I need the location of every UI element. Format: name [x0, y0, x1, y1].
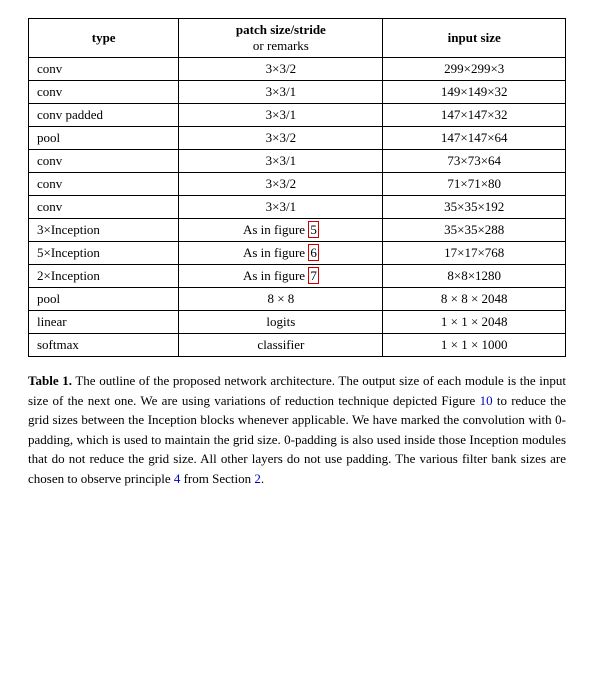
cell-input: 299×299×3 [383, 58, 566, 81]
table-caption: Table 1. The outline of the proposed net… [28, 371, 566, 488]
table-row: pool3×3/2147×147×64 [29, 127, 566, 150]
header-patch-main: patch size/stride [236, 22, 326, 37]
table-row: pool8 × 88 × 8 × 2048 [29, 288, 566, 311]
table-row: conv3×3/2299×299×3 [29, 58, 566, 81]
cell-input: 35×35×288 [383, 219, 566, 242]
cell-input: 1 × 1 × 1000 [383, 334, 566, 357]
cell-input: 147×147×64 [383, 127, 566, 150]
cell-patch: 3×3/1 [179, 81, 383, 104]
table-row: conv padded3×3/1147×147×32 [29, 104, 566, 127]
table-row: conv3×3/173×73×64 [29, 150, 566, 173]
header-patch-sub: or remarks [253, 38, 309, 53]
cell-patch: 3×3/2 [179, 127, 383, 150]
cell-patch: 3×3/1 [179, 104, 383, 127]
cell-type: conv [29, 81, 179, 104]
caption-title: Table 1. [28, 373, 72, 388]
cell-patch: logits [179, 311, 383, 334]
cell-patch: As in figure 5 [179, 219, 383, 242]
cell-patch: 3×3/2 [179, 58, 383, 81]
header-type: type [29, 19, 179, 58]
cell-patch: classifier [179, 334, 383, 357]
cell-input: 147×147×32 [383, 104, 566, 127]
cell-type: conv padded [29, 104, 179, 127]
header-input: input size [383, 19, 566, 58]
table-row: conv3×3/1149×149×32 [29, 81, 566, 104]
cell-input: 73×73×64 [383, 150, 566, 173]
header-patch: patch size/stride or remarks [179, 19, 383, 58]
highlighted-number: 5 [308, 221, 319, 238]
cell-type: conv [29, 196, 179, 219]
table-row: softmaxclassifier1 × 1 × 1000 [29, 334, 566, 357]
cell-type: 2×Inception [29, 265, 179, 288]
cell-patch: As in figure 7 [179, 265, 383, 288]
cell-input: 1 × 1 × 2048 [383, 311, 566, 334]
architecture-table-container: type patch size/stride or remarks input … [28, 18, 566, 357]
cell-type: 5×Inception [29, 242, 179, 265]
cell-input: 149×149×32 [383, 81, 566, 104]
cell-patch: 3×3/2 [179, 173, 383, 196]
cell-type: pool [29, 288, 179, 311]
caption-middle2: from Section [180, 471, 254, 486]
table-row: 5×InceptionAs in figure 617×17×768 [29, 242, 566, 265]
cell-patch: 3×3/1 [179, 196, 383, 219]
cell-type: conv [29, 150, 179, 173]
cell-input: 71×71×80 [383, 173, 566, 196]
cell-input: 17×17×768 [383, 242, 566, 265]
table-row: linearlogits1 × 1 × 2048 [29, 311, 566, 334]
cell-type: conv [29, 58, 179, 81]
cell-input: 35×35×192 [383, 196, 566, 219]
cell-patch: 3×3/1 [179, 150, 383, 173]
cell-type: 3×Inception [29, 219, 179, 242]
caption-link-10[interactable]: 10 [480, 393, 493, 408]
highlighted-number: 7 [308, 267, 319, 284]
cell-input: 8×8×1280 [383, 265, 566, 288]
cell-type: conv [29, 173, 179, 196]
architecture-table: type patch size/stride or remarks input … [28, 18, 566, 357]
cell-type: pool [29, 127, 179, 150]
cell-type: linear [29, 311, 179, 334]
table-row: 2×InceptionAs in figure 78×8×1280 [29, 265, 566, 288]
highlighted-number: 6 [308, 244, 319, 261]
table-row: conv3×3/135×35×192 [29, 196, 566, 219]
caption-end: . [261, 471, 264, 486]
cell-patch: 8 × 8 [179, 288, 383, 311]
table-row: 3×InceptionAs in figure 535×35×288 [29, 219, 566, 242]
table-row: conv3×3/271×71×80 [29, 173, 566, 196]
cell-type: softmax [29, 334, 179, 357]
cell-patch: As in figure 6 [179, 242, 383, 265]
cell-input: 8 × 8 × 2048 [383, 288, 566, 311]
